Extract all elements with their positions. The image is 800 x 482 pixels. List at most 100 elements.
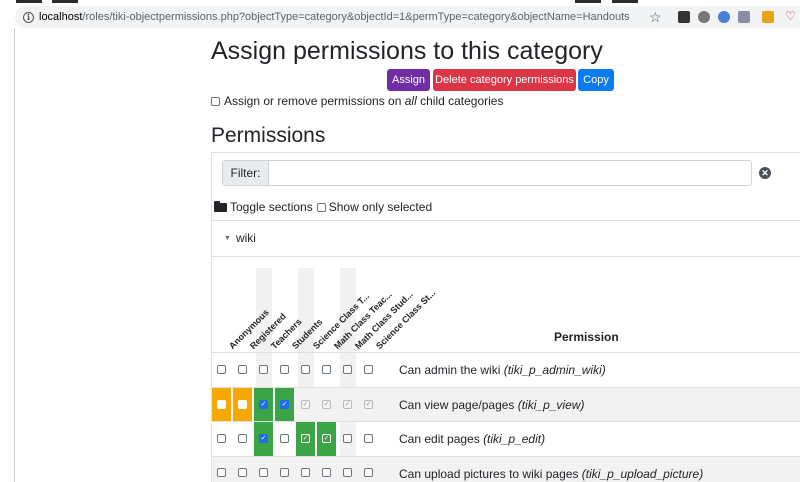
perm-cell[interactable] bbox=[338, 353, 357, 387]
perm-cell[interactable] bbox=[212, 422, 231, 456]
assign-button[interactable]: Assign bbox=[387, 69, 430, 91]
extension-icon[interactable] bbox=[698, 11, 710, 23]
perm-checkbox[interactable]: ✓ bbox=[322, 434, 331, 443]
perm-cell[interactable]: ✓ bbox=[275, 388, 294, 422]
permission-label: Can edit pages (tiki_p_edit) bbox=[399, 432, 546, 446]
perm-checkbox[interactable] bbox=[343, 365, 352, 374]
perm-checkbox[interactable] bbox=[301, 365, 310, 374]
perm-cell[interactable] bbox=[296, 457, 315, 482]
perm-checkbox[interactable] bbox=[343, 434, 352, 443]
child-categories-label: Assign or remove permissions on all chil… bbox=[224, 94, 504, 108]
address-bar[interactable]: i localhost/roles/tiki-objectpermissions… bbox=[15, 6, 800, 28]
perm-checkbox[interactable] bbox=[280, 434, 289, 443]
perm-cell[interactable]: ✓ bbox=[296, 422, 315, 456]
toggle-options: Toggle sections Show only selected bbox=[214, 200, 432, 214]
perm-cell[interactable] bbox=[212, 388, 231, 422]
permission-label: Can view page/pages (tiki_p_view) bbox=[399, 398, 585, 412]
clear-filter-icon[interactable]: ✕ bbox=[759, 167, 771, 179]
perm-cell[interactable] bbox=[254, 457, 273, 482]
perm-checkbox[interactable]: ✓ bbox=[259, 400, 268, 409]
child-categories-checkbox[interactable] bbox=[211, 96, 220, 106]
divider bbox=[212, 220, 800, 221]
top-strip bbox=[0, 0, 800, 5]
info-icon[interactable]: i bbox=[23, 11, 34, 23]
perm-cell[interactable] bbox=[317, 353, 336, 387]
perm-checkbox[interactable]: ✓ bbox=[364, 400, 373, 409]
show-only-selected-label: Show only selected bbox=[328, 200, 433, 214]
perm-checkbox[interactable] bbox=[280, 365, 289, 374]
perm-checkbox[interactable] bbox=[322, 468, 331, 477]
perm-checkbox[interactable]: ✓ bbox=[301, 400, 310, 409]
perm-cell[interactable]: ✓ bbox=[359, 388, 378, 422]
perm-checkbox[interactable] bbox=[238, 400, 247, 409]
perm-checkbox[interactable]: ✓ bbox=[322, 400, 331, 409]
perm-cell[interactable] bbox=[233, 422, 252, 456]
show-only-selected-checkbox[interactable] bbox=[316, 202, 326, 212]
perm-cell[interactable] bbox=[212, 353, 231, 387]
perm-cell[interactable]: ✓ bbox=[317, 422, 336, 456]
perm-checkbox[interactable] bbox=[217, 400, 226, 409]
perm-checkbox[interactable] bbox=[259, 365, 268, 374]
delete-permissions-button[interactable]: Delete category permissions bbox=[433, 69, 576, 91]
perm-cell[interactable] bbox=[233, 388, 252, 422]
perm-cell[interactable] bbox=[275, 457, 294, 482]
perm-cell[interactable] bbox=[338, 422, 357, 456]
perm-checkbox[interactable] bbox=[343, 468, 352, 477]
perm-checkbox[interactable] bbox=[364, 468, 373, 477]
perm-cell[interactable]: ✓ bbox=[254, 422, 273, 456]
star-icon[interactable]: ☆ bbox=[649, 9, 662, 26]
perm-checkbox[interactable]: ✓ bbox=[259, 434, 268, 443]
perm-checkbox[interactable]: ✓ bbox=[280, 400, 289, 409]
perm-checkbox[interactable] bbox=[238, 365, 247, 374]
toggle-sections-link[interactable]: Toggle sections bbox=[230, 200, 313, 214]
perm-checkbox[interactable] bbox=[364, 434, 373, 443]
page-title: Assign permissions to this category bbox=[211, 37, 603, 65]
perm-checkbox[interactable] bbox=[280, 468, 289, 477]
shield-icon[interactable] bbox=[738, 11, 750, 23]
perm-checkbox[interactable]: ✓ bbox=[343, 400, 352, 409]
perm-cell[interactable] bbox=[212, 457, 231, 482]
extension-icon[interactable] bbox=[718, 11, 730, 23]
perm-cell[interactable] bbox=[338, 457, 357, 482]
perm-cell[interactable] bbox=[359, 457, 378, 482]
perm-cell[interactable] bbox=[317, 457, 336, 482]
perm-checkbox[interactable] bbox=[217, 434, 226, 443]
perm-cell[interactable]: ✓ bbox=[338, 388, 357, 422]
perm-cell[interactable]: ✓ bbox=[254, 388, 273, 422]
perm-cell[interactable]: ✓ bbox=[296, 388, 315, 422]
permission-label: Can upload pictures to wiki pages (tiki_… bbox=[399, 467, 704, 481]
section-toggle-wiki[interactable]: ▼ wiki bbox=[224, 231, 256, 245]
filter-label: Filter: bbox=[223, 161, 269, 185]
perm-checkbox[interactable] bbox=[322, 365, 331, 374]
perm-checkbox[interactable] bbox=[259, 468, 268, 477]
perm-cell[interactable] bbox=[254, 353, 273, 387]
filter-input[interactable] bbox=[269, 161, 751, 185]
perm-checkbox[interactable] bbox=[301, 468, 310, 477]
perm-checkbox[interactable] bbox=[217, 365, 226, 374]
perm-cell[interactable] bbox=[233, 457, 252, 482]
permission-column-header: Permission bbox=[554, 330, 619, 344]
child-categories-option[interactable]: Assign or remove permissions on all chil… bbox=[211, 94, 503, 108]
perm-cell[interactable] bbox=[233, 353, 252, 387]
divider bbox=[212, 256, 800, 257]
filter-group[interactable]: Filter: bbox=[222, 160, 752, 186]
copy-button[interactable]: Copy bbox=[578, 69, 614, 91]
perm-cell[interactable] bbox=[275, 422, 294, 456]
perm-checkbox[interactable]: ✓ bbox=[301, 434, 310, 443]
perm-checkbox[interactable] bbox=[364, 365, 373, 374]
heart-icon[interactable]: ♡ bbox=[785, 9, 797, 23]
perm-checkbox[interactable] bbox=[238, 434, 247, 443]
permission-label: Can admin the wiki (tiki_p_admin_wiki) bbox=[399, 363, 606, 377]
perm-cell[interactable] bbox=[359, 353, 378, 387]
url-text: localhost/roles/tiki-objectpermissions.p… bbox=[39, 11, 630, 23]
permissions-heading: Permissions bbox=[211, 124, 326, 147]
perm-cell[interactable] bbox=[275, 353, 294, 387]
extension-icon[interactable] bbox=[762, 11, 774, 23]
extension-icon[interactable] bbox=[678, 11, 690, 23]
perm-cell[interactable] bbox=[359, 422, 378, 456]
perm-checkbox[interactable] bbox=[238, 468, 247, 477]
folder-icon[interactable] bbox=[214, 200, 227, 212]
perm-cell[interactable]: ✓ bbox=[317, 388, 336, 422]
perm-cell[interactable] bbox=[296, 353, 315, 387]
perm-checkbox[interactable] bbox=[217, 468, 226, 477]
